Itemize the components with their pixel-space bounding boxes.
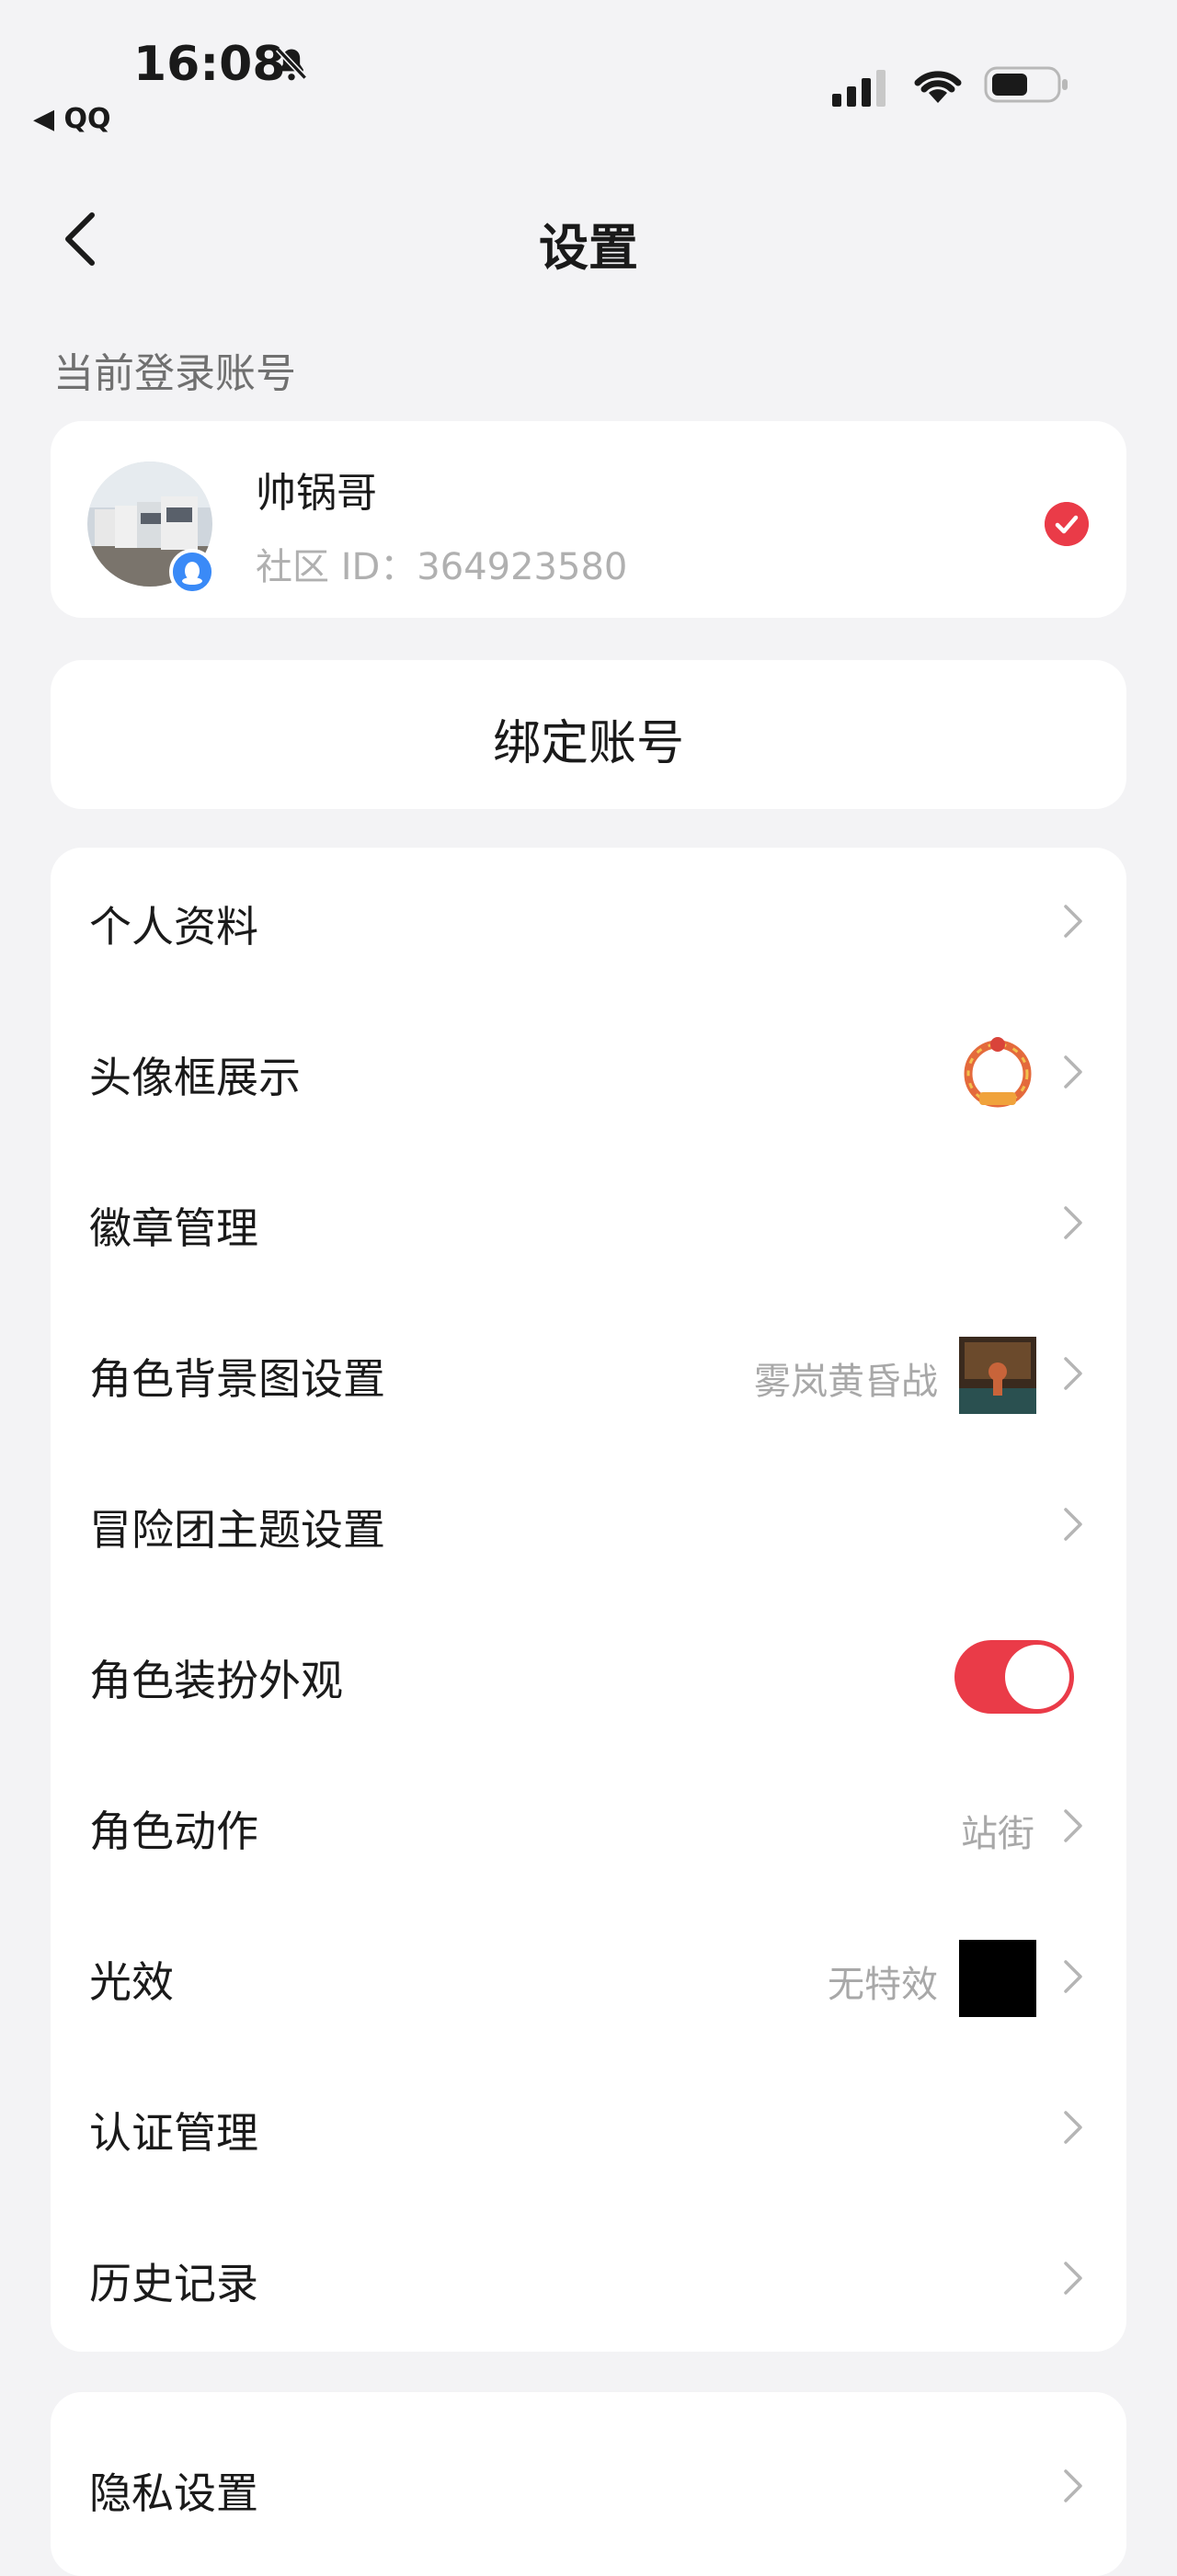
light-effect-thumbnail (959, 1940, 1036, 2017)
chevron-right-icon (1064, 1960, 1082, 1993)
row-value: 雾岚黄昏战 (754, 1361, 938, 1403)
row-label: 角色装扮外观 (89, 1656, 343, 1705)
account-card[interactable]: 帅锅哥 社区 ID：364923580 (51, 421, 1126, 618)
row-label: 冒险团主题设置 (89, 1505, 385, 1555)
row-label: 角色背景图设置 (89, 1354, 385, 1404)
row-label: 徽章管理 (89, 1203, 258, 1253)
row-label: 隐私设置 (89, 2468, 258, 2518)
settings-row-privacy[interactable]: 隐私设置 (51, 2392, 1126, 2543)
check-icon (1045, 502, 1089, 546)
row-label: 头像框展示 (89, 1053, 301, 1102)
settings-row-profile[interactable]: 个人资料 (51, 848, 1126, 998)
status-time: 16:08 (133, 37, 286, 92)
outfit-appearance-toggle[interactable] (954, 1640, 1074, 1714)
settings-row-character-background[interactable]: 角色背景图设置 雾岚黄昏战 (51, 1300, 1126, 1451)
row-label: 历史记录 (89, 2259, 258, 2308)
signal-icon (832, 70, 886, 107)
avatar-frame-thumbnail (964, 1037, 1032, 1108)
chevron-right-icon (1064, 1206, 1082, 1239)
settings-row-history[interactable]: 历史记录 (51, 2205, 1126, 2355)
bell-slash-icon (275, 47, 308, 81)
page-title: 设置 (539, 219, 638, 277)
wifi-icon (914, 71, 962, 103)
account-id: 社区 ID：364923580 (256, 546, 628, 588)
row-label: 个人资料 (89, 902, 258, 952)
settings-row-guild-theme[interactable]: 冒险团主题设置 (51, 1451, 1126, 1601)
privacy-settings-card: 隐私设置 (51, 2392, 1126, 2576)
chevron-right-icon (1064, 1809, 1082, 1842)
settings-list: 个人资料 头像框展示 徽章管理 角色背景图设置 雾岚黄昏战 冒险团主题设置 角色… (51, 848, 1126, 2352)
battery-icon (984, 66, 1068, 103)
settings-row-badges[interactable]: 徽章管理 (51, 1149, 1126, 1300)
settings-row-light-effect[interactable]: 光效 无特效 (51, 1903, 1126, 2054)
status-bar: 16:08 ◀ QQ (0, 0, 1177, 138)
bind-account-button[interactable]: 绑定账号 (51, 660, 1126, 809)
settings-row-character-action[interactable]: 角色动作 站街 (51, 1752, 1126, 1903)
row-label: 认证管理 (89, 2108, 258, 2158)
background-thumbnail (959, 1337, 1036, 1414)
chevron-right-icon (1064, 905, 1082, 938)
bind-account-label: 绑定账号 (492, 716, 684, 771)
row-value: 无特效 (828, 1964, 938, 2006)
settings-row-avatar-frame[interactable]: 头像框展示 (51, 998, 1126, 1149)
chevron-right-icon (1064, 2111, 1082, 2144)
row-label: 光效 (89, 1957, 174, 2007)
qq-badge-icon (169, 549, 215, 595)
chevron-right-icon (1064, 2262, 1082, 2295)
chevron-right-icon (1064, 2469, 1082, 2502)
settings-row-verification[interactable]: 认证管理 (51, 2054, 1126, 2205)
chevron-right-icon (1064, 1357, 1082, 1390)
back-to-app-link[interactable]: ◀ QQ (33, 103, 111, 135)
chevron-right-icon (1064, 1055, 1082, 1089)
account-section-label: 当前登录账号 (53, 350, 296, 397)
toggle-knob (1005, 1645, 1069, 1709)
account-name: 帅锅哥 (256, 470, 377, 517)
chevron-right-icon (1064, 1508, 1082, 1541)
row-value: 站街 (961, 1813, 1034, 1855)
settings-row-outfit-appearance: 角色装扮外观 (51, 1601, 1126, 1752)
row-label: 角色动作 (89, 1807, 258, 1856)
